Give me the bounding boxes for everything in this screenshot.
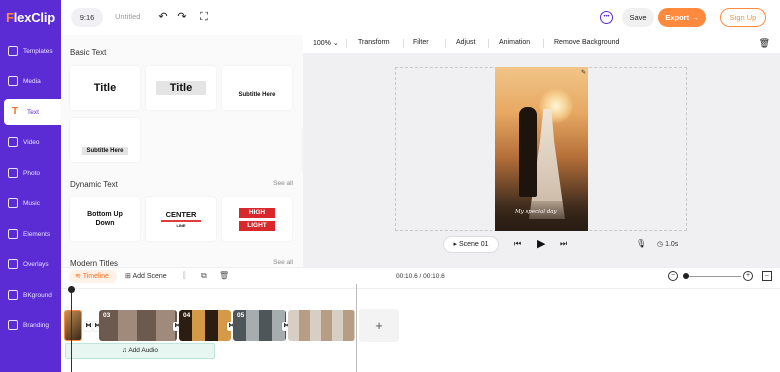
top-bar: 9:16 Untitled ↶ ↷ ⛶ ••• Save Export → Si… — [61, 0, 780, 35]
sidebar-item-media[interactable]: Media — [0, 68, 61, 94]
see-all-modern-link[interactable]: See all — [273, 259, 293, 266]
next-icon[interactable]: ⏭ — [560, 239, 567, 249]
remove-background-button[interactable]: Remove Background — [554, 39, 619, 46]
project-title[interactable]: Untitled — [115, 12, 140, 21]
sidebar-item-bkground[interactable]: BKground — [0, 282, 61, 308]
chat-icon[interactable]: ••• — [600, 11, 613, 24]
timeline-ruler — [61, 284, 780, 289]
title-card[interactable]: Title — [70, 66, 140, 110]
zoom-select[interactable]: 100% ⌄ — [313, 39, 339, 47]
export-button[interactable]: Export → — [658, 8, 706, 27]
see-all-dynamic-link[interactable]: See all — [273, 180, 293, 187]
filter-button[interactable]: Filter — [413, 39, 429, 46]
divider — [161, 220, 201, 222]
timeline-time: 00:10.6 / 00:10.6 — [396, 273, 445, 280]
title-grey-card[interactable]: Title — [146, 66, 216, 110]
clip-scene-04[interactable]: 04 — [179, 310, 231, 341]
timeline-end-marker — [356, 284, 357, 372]
transition-icon[interactable]: ⋈ — [84, 322, 93, 331]
edit-toolbar: 100% ⌄ Transform Filter Adjust Animation… — [303, 35, 780, 53]
sidebar-item-templates[interactable]: Templates — [0, 38, 61, 64]
sidebar-item-branding[interactable]: Branding — [0, 312, 61, 338]
branding-icon — [8, 320, 18, 330]
subtitle-card[interactable]: Subtitle Here — [222, 66, 292, 110]
animation-button[interactable]: Animation — [499, 39, 530, 46]
player-controls: ▸ Scene 01 ⏮ ▶ ⏭ 🎙 ◷ 1.0s — [303, 231, 780, 259]
brand-logo: FlexClip — [6, 10, 55, 25]
duplicate-icon[interactable]: ⧉ — [201, 271, 207, 281]
scene-duration[interactable]: ◷ 1.0s — [657, 240, 678, 248]
previous-icon[interactable]: ⏮ — [514, 239, 521, 249]
microphone-icon[interactable]: 🎙 — [636, 239, 646, 248]
photo-icon — [8, 168, 18, 178]
clip-scene-01[interactable] — [64, 310, 82, 341]
background-icon — [8, 290, 18, 300]
zoom-slider[interactable] — [685, 276, 741, 277]
sidebar-item-overlays[interactable]: Overlays — [0, 251, 61, 277]
overlays-icon — [8, 259, 18, 269]
timeline-body: ⋈ ⋈ 03 ⋈ 04 ⋈ 05 ⋈ + ♫ Add Audio — [61, 284, 780, 372]
left-nav: FlexClip Templates Media T Text Video Pho… — [0, 0, 61, 372]
timeline-tab[interactable]: ≋ Timeline — [69, 270, 117, 283]
music-icon — [8, 198, 18, 208]
dynamic-text-heading: Dynamic Text — [70, 180, 118, 189]
sidebar-item-video[interactable]: Video — [0, 129, 61, 155]
templates-icon — [8, 46, 18, 56]
add-scene-button[interactable]: ⊞ Add Scene — [125, 272, 167, 280]
clip-scene-05[interactable]: 05 — [233, 310, 286, 341]
play-icon[interactable]: ▶ — [537, 237, 545, 250]
clip-scene-03[interactable]: 03 — [99, 310, 177, 341]
sign-up-button[interactable]: Sign Up — [720, 8, 766, 27]
trash-icon[interactable]: 🗑 — [759, 38, 770, 49]
add-audio-track[interactable]: ♫ Add Audio — [65, 343, 215, 359]
redo-icon[interactable]: ↷ — [175, 10, 189, 24]
adjust-button[interactable]: Adjust — [456, 39, 475, 46]
timeline-header: ≋ Timeline ⊞ Add Scene ⫿ ⧉ 🗑 00:10.6 / 0… — [61, 267, 780, 284]
undo-icon[interactable]: ↶ — [156, 10, 170, 24]
sidebar-item-elements[interactable]: Elements — [0, 221, 61, 247]
zoom-out-icon[interactable]: − — [668, 271, 678, 281]
center-line-card[interactable]: CENTER LINE — [146, 197, 216, 241]
highlight-card[interactable]: HIGH LIGHT — [222, 197, 292, 241]
video-icon — [8, 137, 18, 147]
text-panel: Basic Text Title Title Subtitle Here Sub… — [61, 35, 303, 267]
scene-selector[interactable]: ▸ Scene 01 — [443, 236, 499, 253]
wedding-photo[interactable]: My special day ✎ — [495, 67, 588, 231]
bottom-up-down-card[interactable]: Bottom Up Down — [70, 197, 140, 241]
clip-scene-06[interactable] — [288, 310, 355, 341]
modern-titles-heading: Modern Titles — [70, 259, 119, 267]
fit-timeline-icon[interactable]: ⇔ — [762, 271, 772, 281]
sidebar-item-text[interactable]: T Text — [4, 99, 61, 125]
photo-caption[interactable]: My special day — [515, 209, 557, 215]
media-icon — [8, 76, 18, 86]
fullscreen-icon[interactable]: ⛶ — [197, 10, 211, 24]
elements-icon — [8, 229, 18, 239]
subtitle-grey-card[interactable]: Subtitle Here — [70, 118, 140, 162]
corner-handle-icon[interactable]: ✎ — [581, 69, 586, 76]
split-icon[interactable]: ⫿ — [183, 271, 186, 281]
save-button[interactable]: Save — [622, 8, 654, 27]
text-icon: T — [12, 106, 19, 117]
sidebar-item-music[interactable]: Music — [0, 190, 61, 216]
add-clip-button[interactable]: + — [359, 309, 399, 342]
basic-text-heading: Basic Text — [70, 48, 107, 57]
sidebar-item-photo[interactable]: Photo — [0, 160, 61, 186]
delete-icon[interactable]: 🗑 — [219, 271, 229, 280]
playhead[interactable] — [68, 286, 75, 372]
aspect-ratio-button[interactable]: 9:16 — [71, 8, 103, 27]
zoom-in-icon[interactable]: + — [743, 271, 753, 281]
transform-button[interactable]: Transform — [358, 39, 390, 46]
zoom-slider-handle[interactable] — [683, 273, 689, 279]
